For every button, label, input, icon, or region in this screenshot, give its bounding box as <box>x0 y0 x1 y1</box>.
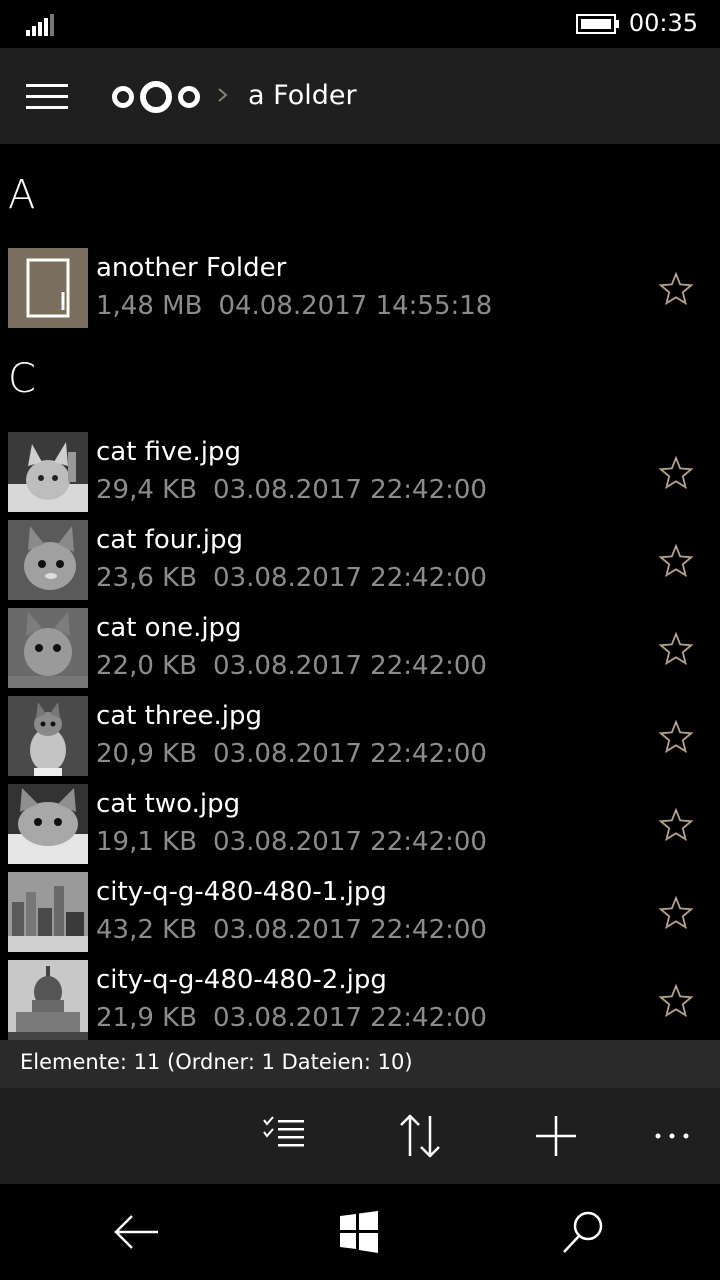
star-icon[interactable] <box>658 631 694 667</box>
cat-photo-icon <box>8 608 88 688</box>
select-list-icon[interactable] <box>256 1108 316 1164</box>
image-thumbnail <box>8 608 88 688</box>
file-date: 03.08.2017 22:42:00 <box>213 651 487 681</box>
list-item[interactable]: another Folder 1,48 MB 04.08.2017 14:55:1… <box>0 245 720 331</box>
star-icon[interactable] <box>658 895 694 931</box>
file-date: 04.08.2017 14:55:18 <box>218 291 493 321</box>
dome-building-photo-icon <box>8 960 88 1040</box>
signal-bars-icon <box>26 14 54 36</box>
items-summary-text: Elemente: 11 (Ordner: 1 Dateien: 10) <box>20 1050 413 1074</box>
more-icon[interactable] <box>642 1108 702 1164</box>
folder-thumbnail <box>8 248 88 328</box>
file-size: 29,4 KB <box>96 475 198 505</box>
cat-photo-icon <box>8 696 88 776</box>
image-thumbnail <box>8 696 88 776</box>
file-size: 23,6 KB <box>96 563 198 593</box>
file-meta: 21,9 KB 03.08.2017 22:42:00 <box>96 1003 487 1033</box>
breadcrumb-current-folder[interactable]: a Folder <box>248 80 357 111</box>
image-thumbnail <box>8 960 88 1040</box>
file-name: cat two.jpg <box>96 789 241 819</box>
file-name: city-q-g-480-480-2.jpg <box>96 965 387 995</box>
file-name: cat one.jpg <box>96 613 242 643</box>
file-date: 03.08.2017 22:42:00 <box>213 915 487 945</box>
cat-photo-icon <box>8 432 88 512</box>
star-icon[interactable] <box>658 983 694 1019</box>
search-icon[interactable] <box>554 1208 614 1256</box>
star-icon[interactable] <box>658 719 694 755</box>
file-list[interactable]: A another Folder 1,48 MB 04.08.2017 14:55… <box>0 144 720 1040</box>
clock: 00:35 <box>628 9 698 37</box>
chevron-right-icon <box>218 88 228 102</box>
file-size: 21,9 KB <box>96 1003 198 1033</box>
file-meta: 29,4 KB 03.08.2017 22:42:00 <box>96 475 487 505</box>
status-bar: 00:35 <box>0 0 720 48</box>
list-item[interactable]: cat five.jpg 29,4 KB 03.08.2017 22:42:00 <box>0 429 720 515</box>
app-bar <box>0 1088 720 1184</box>
list-item[interactable]: cat four.jpg 23,6 KB 03.08.2017 22:42:00 <box>0 517 720 603</box>
cat-photo-icon <box>8 784 88 864</box>
file-size: 43,2 KB <box>96 915 198 945</box>
list-item[interactable]: cat two.jpg 19,1 KB 03.08.2017 22:42:00 <box>0 781 720 867</box>
list-item[interactable]: city-q-g-480-480-2.jpg 21,9 KB 03.08.2017… <box>0 957 720 1040</box>
file-meta: 19,1 KB 03.08.2017 22:42:00 <box>96 827 487 857</box>
file-meta: 20,9 KB 03.08.2017 22:42:00 <box>96 739 487 769</box>
file-date: 03.08.2017 22:42:00 <box>213 475 487 505</box>
group-header-a: A <box>8 172 36 218</box>
items-summary-bar: Elemente: 11 (Ordner: 1 Dateien: 10) <box>0 1040 720 1088</box>
file-date: 03.08.2017 22:42:00 <box>213 1003 487 1033</box>
file-meta: 1,48 MB 04.08.2017 14:55:18 <box>96 291 492 321</box>
image-thumbnail <box>8 872 88 952</box>
star-icon[interactable] <box>658 807 694 843</box>
windows-start-icon[interactable] <box>328 1208 388 1256</box>
city-photo-icon <box>8 872 88 952</box>
file-name: cat four.jpg <box>96 525 244 555</box>
file-meta: 43,2 KB 03.08.2017 22:42:00 <box>96 915 487 945</box>
list-item[interactable]: cat one.jpg 22,0 KB 03.08.2017 22:42:00 <box>0 605 720 691</box>
image-thumbnail <box>8 432 88 512</box>
sort-icon[interactable] <box>390 1108 450 1164</box>
file-size: 1,48 MB <box>96 291 203 321</box>
group-header-c: C <box>8 356 36 402</box>
folder-icon <box>26 258 70 318</box>
file-date: 03.08.2017 22:42:00 <box>213 739 487 769</box>
hamburger-menu-icon[interactable] <box>26 84 68 110</box>
cat-photo-icon <box>8 520 88 600</box>
file-name: another Folder <box>96 253 287 283</box>
file-size: 20,9 KB <box>96 739 198 769</box>
system-nav-bar <box>0 1184 720 1280</box>
star-icon[interactable] <box>658 543 694 579</box>
star-icon[interactable] <box>658 271 694 307</box>
file-meta: 22,0 KB 03.08.2017 22:42:00 <box>96 651 487 681</box>
add-icon[interactable] <box>526 1108 586 1164</box>
app-header: a Folder <box>0 48 720 144</box>
file-size: 19,1 KB <box>96 827 198 857</box>
file-name: city-q-g-480-480-1.jpg <box>96 877 387 907</box>
list-item[interactable]: city-q-g-480-480-1.jpg 43,2 KB 03.08.2017… <box>0 869 720 955</box>
file-name: cat five.jpg <box>96 437 241 467</box>
file-date: 03.08.2017 22:42:00 <box>213 563 487 593</box>
nextcloud-logo-icon[interactable] <box>110 78 202 116</box>
star-icon[interactable] <box>658 455 694 491</box>
back-arrow-icon[interactable] <box>106 1208 166 1256</box>
list-item[interactable]: cat three.jpg 20,9 KB 03.08.2017 22:42:00 <box>0 693 720 779</box>
file-meta: 23,6 KB 03.08.2017 22:42:00 <box>96 563 487 593</box>
file-size: 22,0 KB <box>96 651 198 681</box>
image-thumbnail <box>8 784 88 864</box>
image-thumbnail <box>8 520 88 600</box>
file-date: 03.08.2017 22:42:00 <box>213 827 487 857</box>
battery-icon <box>576 14 619 34</box>
file-name: cat three.jpg <box>96 701 262 731</box>
